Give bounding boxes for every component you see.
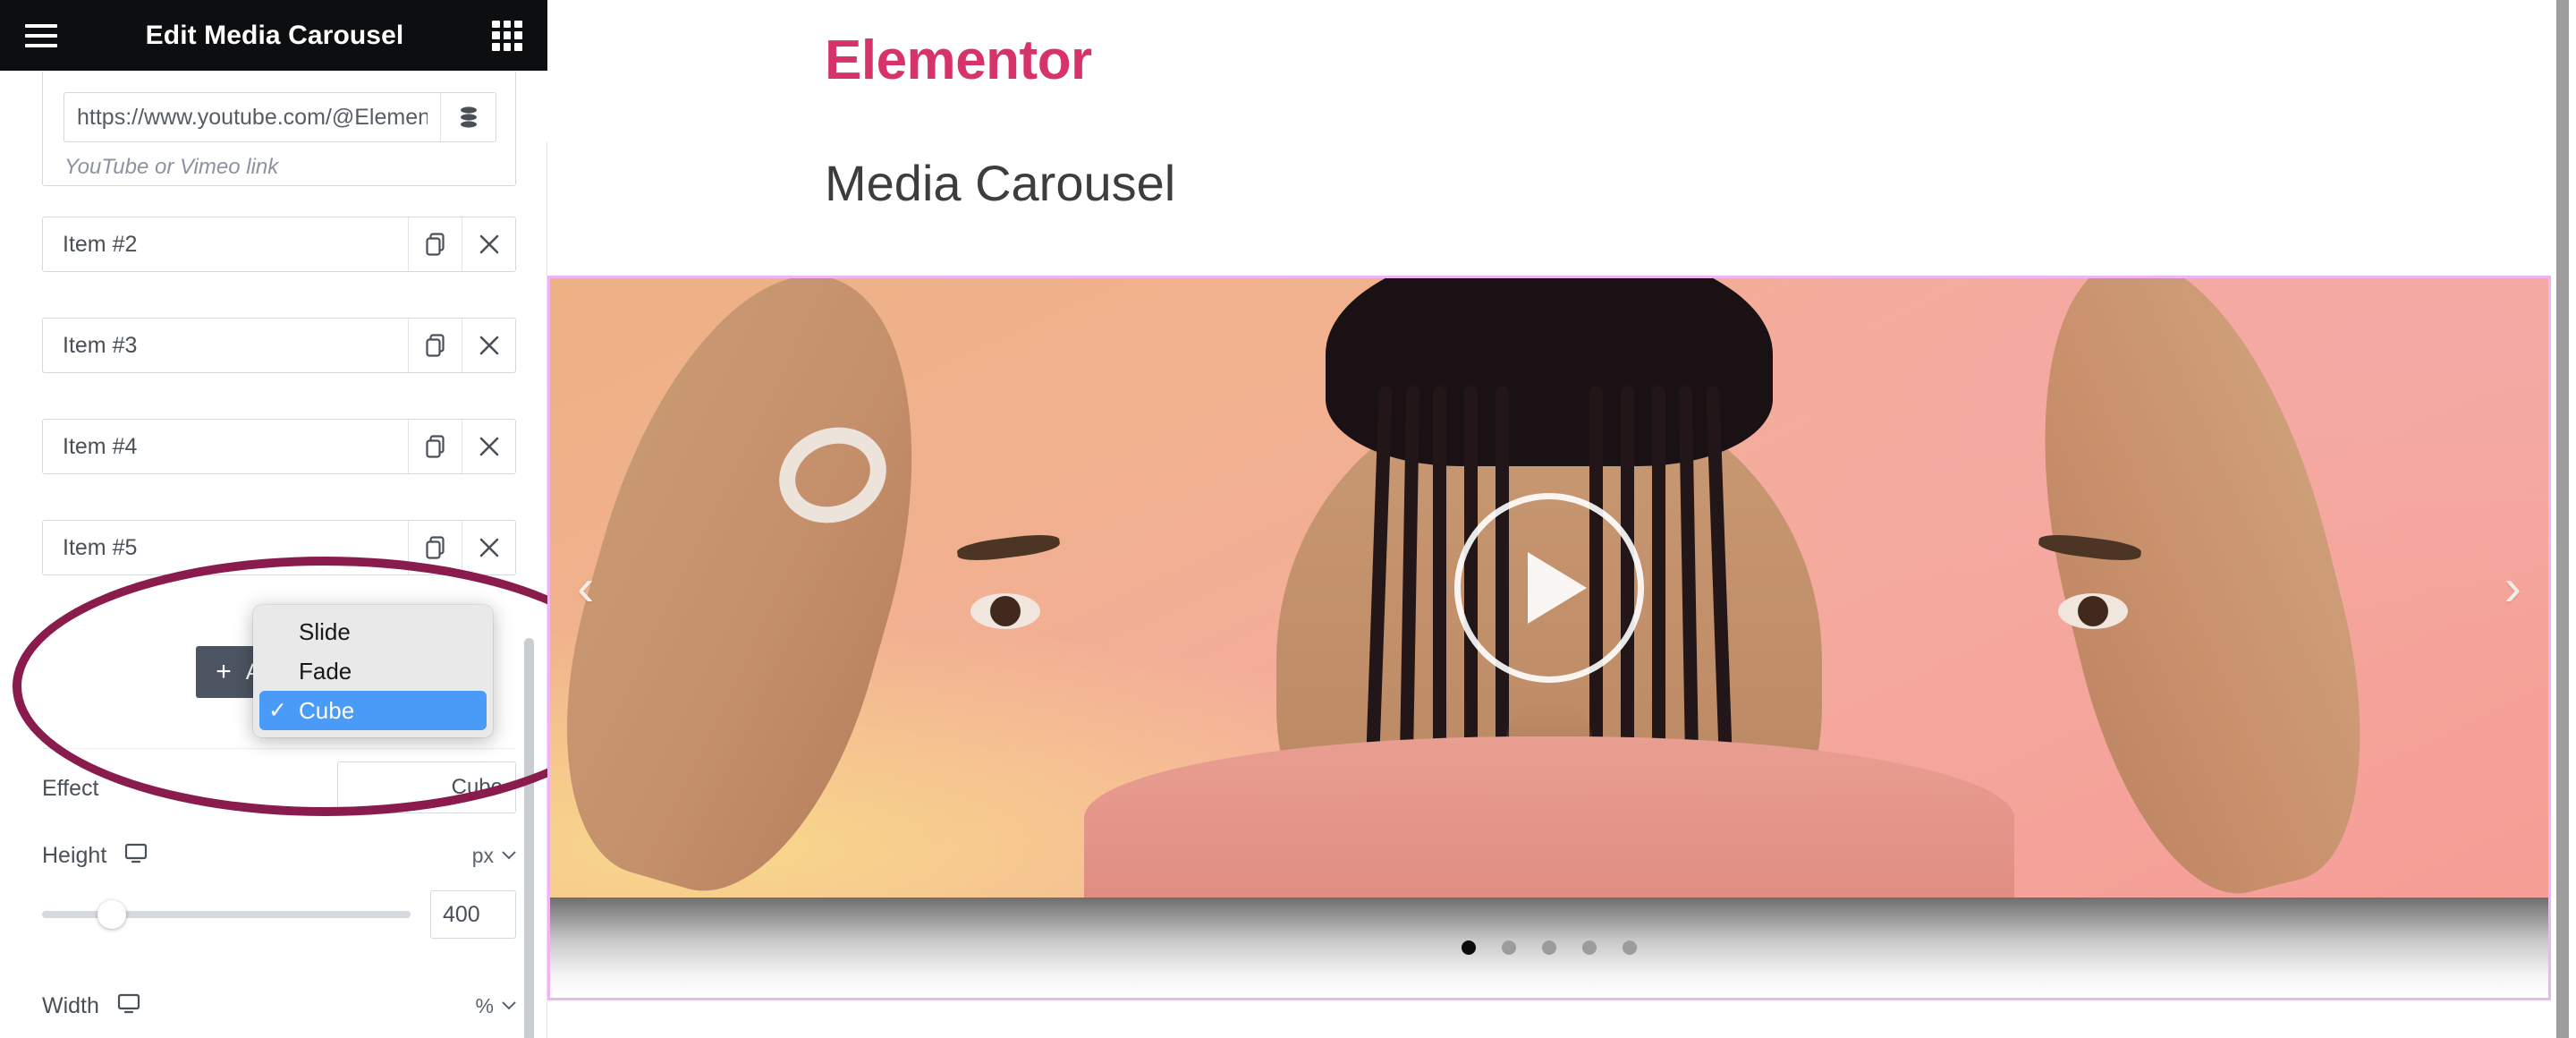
effect-option-label: Slide (299, 617, 351, 645)
duplicate-icon[interactable] (408, 217, 462, 271)
width-label: Width (42, 992, 99, 1018)
pagination-dot[interactable] (1582, 940, 1597, 955)
effect-control: Effect Cube (42, 761, 516, 817)
width-control: Width % (42, 991, 516, 1038)
repeater-item-label[interactable]: Item #3 (43, 319, 408, 372)
width-unit-selector[interactable]: % (476, 994, 516, 1018)
brand-logo-text: Elementor (825, 30, 1092, 91)
repeater-row-item-2[interactable]: Item #2 (42, 217, 516, 272)
height-control: Height px (42, 840, 516, 939)
height-slider-knob[interactable] (97, 900, 127, 929)
panel-title: Edit Media Carousel (145, 20, 404, 50)
height-label: Height (42, 842, 107, 868)
page-title: Media Carousel (825, 155, 1176, 211)
media-carousel-widget[interactable]: ‹ › (547, 276, 2551, 1000)
preview-scrollbar[interactable] (2556, 0, 2569, 1038)
height-slider-track[interactable] (42, 900, 411, 929)
carousel-pagination (550, 898, 2548, 998)
section-divider (42, 748, 516, 749)
repeater-row-item-5[interactable]: Item #5 (42, 520, 516, 575)
panel-scrollbar[interactable] (524, 638, 534, 1038)
chevron-down-icon (502, 851, 516, 860)
effect-dropdown-menu[interactable]: Slide Fade ✓ Cube (253, 605, 493, 737)
height-value-input[interactable] (430, 890, 516, 939)
effect-label: Effect (42, 776, 99, 801)
preview-area: Elementor Media Carousel ‹ › (547, 0, 2576, 1038)
play-button-icon[interactable] (1454, 493, 1644, 683)
close-icon[interactable] (462, 420, 515, 473)
width-unit-value: % (475, 993, 494, 1017)
check-icon: ✓ (268, 698, 287, 723)
database-icon[interactable] (440, 93, 496, 141)
carousel-slide[interactable]: ‹ › (550, 278, 2548, 898)
effect-option-label: Cube (299, 696, 355, 724)
duplicate-icon[interactable] (408, 319, 462, 372)
pagination-dot[interactable] (1462, 940, 1476, 955)
repeater-open-item: YouTube or Vimeo link (42, 72, 516, 186)
plus-icon: + (216, 657, 232, 686)
height-unit-selector[interactable]: px (472, 844, 516, 868)
app-root: Edit Media Carousel Y (0, 0, 2576, 1038)
carousel-prev-arrow[interactable]: ‹ (577, 562, 594, 614)
pagination-dot[interactable] (1542, 940, 1556, 955)
pagination-dot[interactable] (1502, 940, 1516, 955)
effect-option-cube[interactable]: ✓ Cube (259, 691, 487, 730)
effect-select[interactable]: Cube (337, 761, 516, 813)
chevron-down-icon (502, 1001, 516, 1010)
close-icon[interactable] (462, 521, 515, 574)
hamburger-icon[interactable] (25, 23, 57, 47)
duplicate-icon[interactable] (408, 521, 462, 574)
effect-option-fade[interactable]: Fade (259, 651, 487, 691)
pagination-dot[interactable] (1623, 940, 1637, 955)
panel-body: YouTube or Vimeo link Item #2 Item #3 (0, 71, 547, 1038)
carousel-next-arrow[interactable]: › (2504, 562, 2521, 614)
repeater-row-item-4[interactable]: Item #4 (42, 419, 516, 474)
youtube-url-input[interactable] (64, 93, 440, 141)
grid-apps-icon[interactable] (492, 20, 522, 51)
repeater-item-label[interactable]: Item #2 (43, 217, 408, 271)
editor-panel: Edit Media Carousel Y (0, 0, 547, 1038)
effect-option-label: Fade (299, 657, 352, 685)
repeater-item-label[interactable]: Item #5 (43, 521, 408, 574)
repeater-item-label[interactable]: Item #4 (43, 420, 408, 473)
close-icon[interactable] (462, 319, 515, 372)
duplicate-icon[interactable] (408, 420, 462, 473)
panel-header: Edit Media Carousel (0, 0, 547, 71)
url-hint-text: YouTube or Vimeo link (64, 155, 279, 179)
effect-selected-value: Cube (451, 775, 503, 799)
height-unit-value: px (471, 843, 494, 867)
desktop-icon[interactable] (124, 843, 148, 869)
close-icon[interactable] (462, 217, 515, 271)
effect-option-slide[interactable]: Slide (259, 612, 487, 651)
url-field-row (64, 92, 496, 142)
desktop-icon[interactable] (117, 993, 140, 1019)
repeater-row-item-3[interactable]: Item #3 (42, 318, 516, 373)
